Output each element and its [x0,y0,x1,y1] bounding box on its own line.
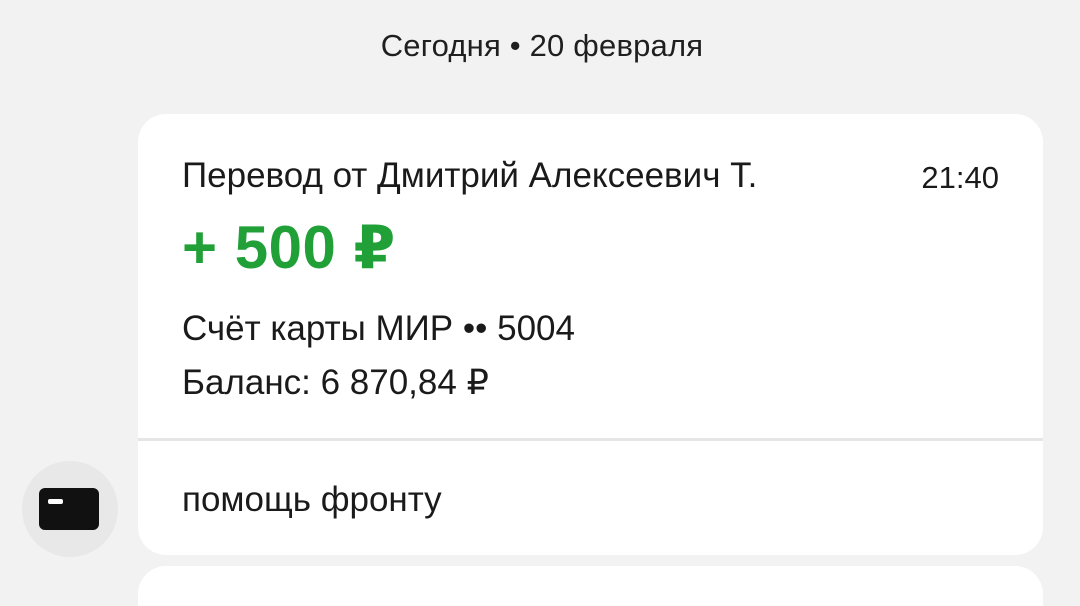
transfer-comment: помощь фронту [182,480,442,519]
balance-info: Баланс: 6 870,84 ₽ [182,363,489,402]
account-info: Счёт карты МИР •• 5004 [182,309,575,348]
transfer-title: Перевод от Дмитрий Алексеевич Т. [182,156,758,195]
sender-avatar[interactable] [22,461,118,557]
bank-card-icon [39,488,99,530]
next-message-card [138,566,1043,606]
transfer-amount: + 500 ₽ [182,214,396,281]
card-divider [138,438,1043,441]
card-chip [48,499,63,504]
date-separator: Сегодня • 20 февраля [380,28,704,63]
message-time: 21:40 [921,160,999,195]
transfer-message-card[interactable]: Перевод от Дмитрий Алексеевич Т. 21:40 +… [138,114,1043,555]
